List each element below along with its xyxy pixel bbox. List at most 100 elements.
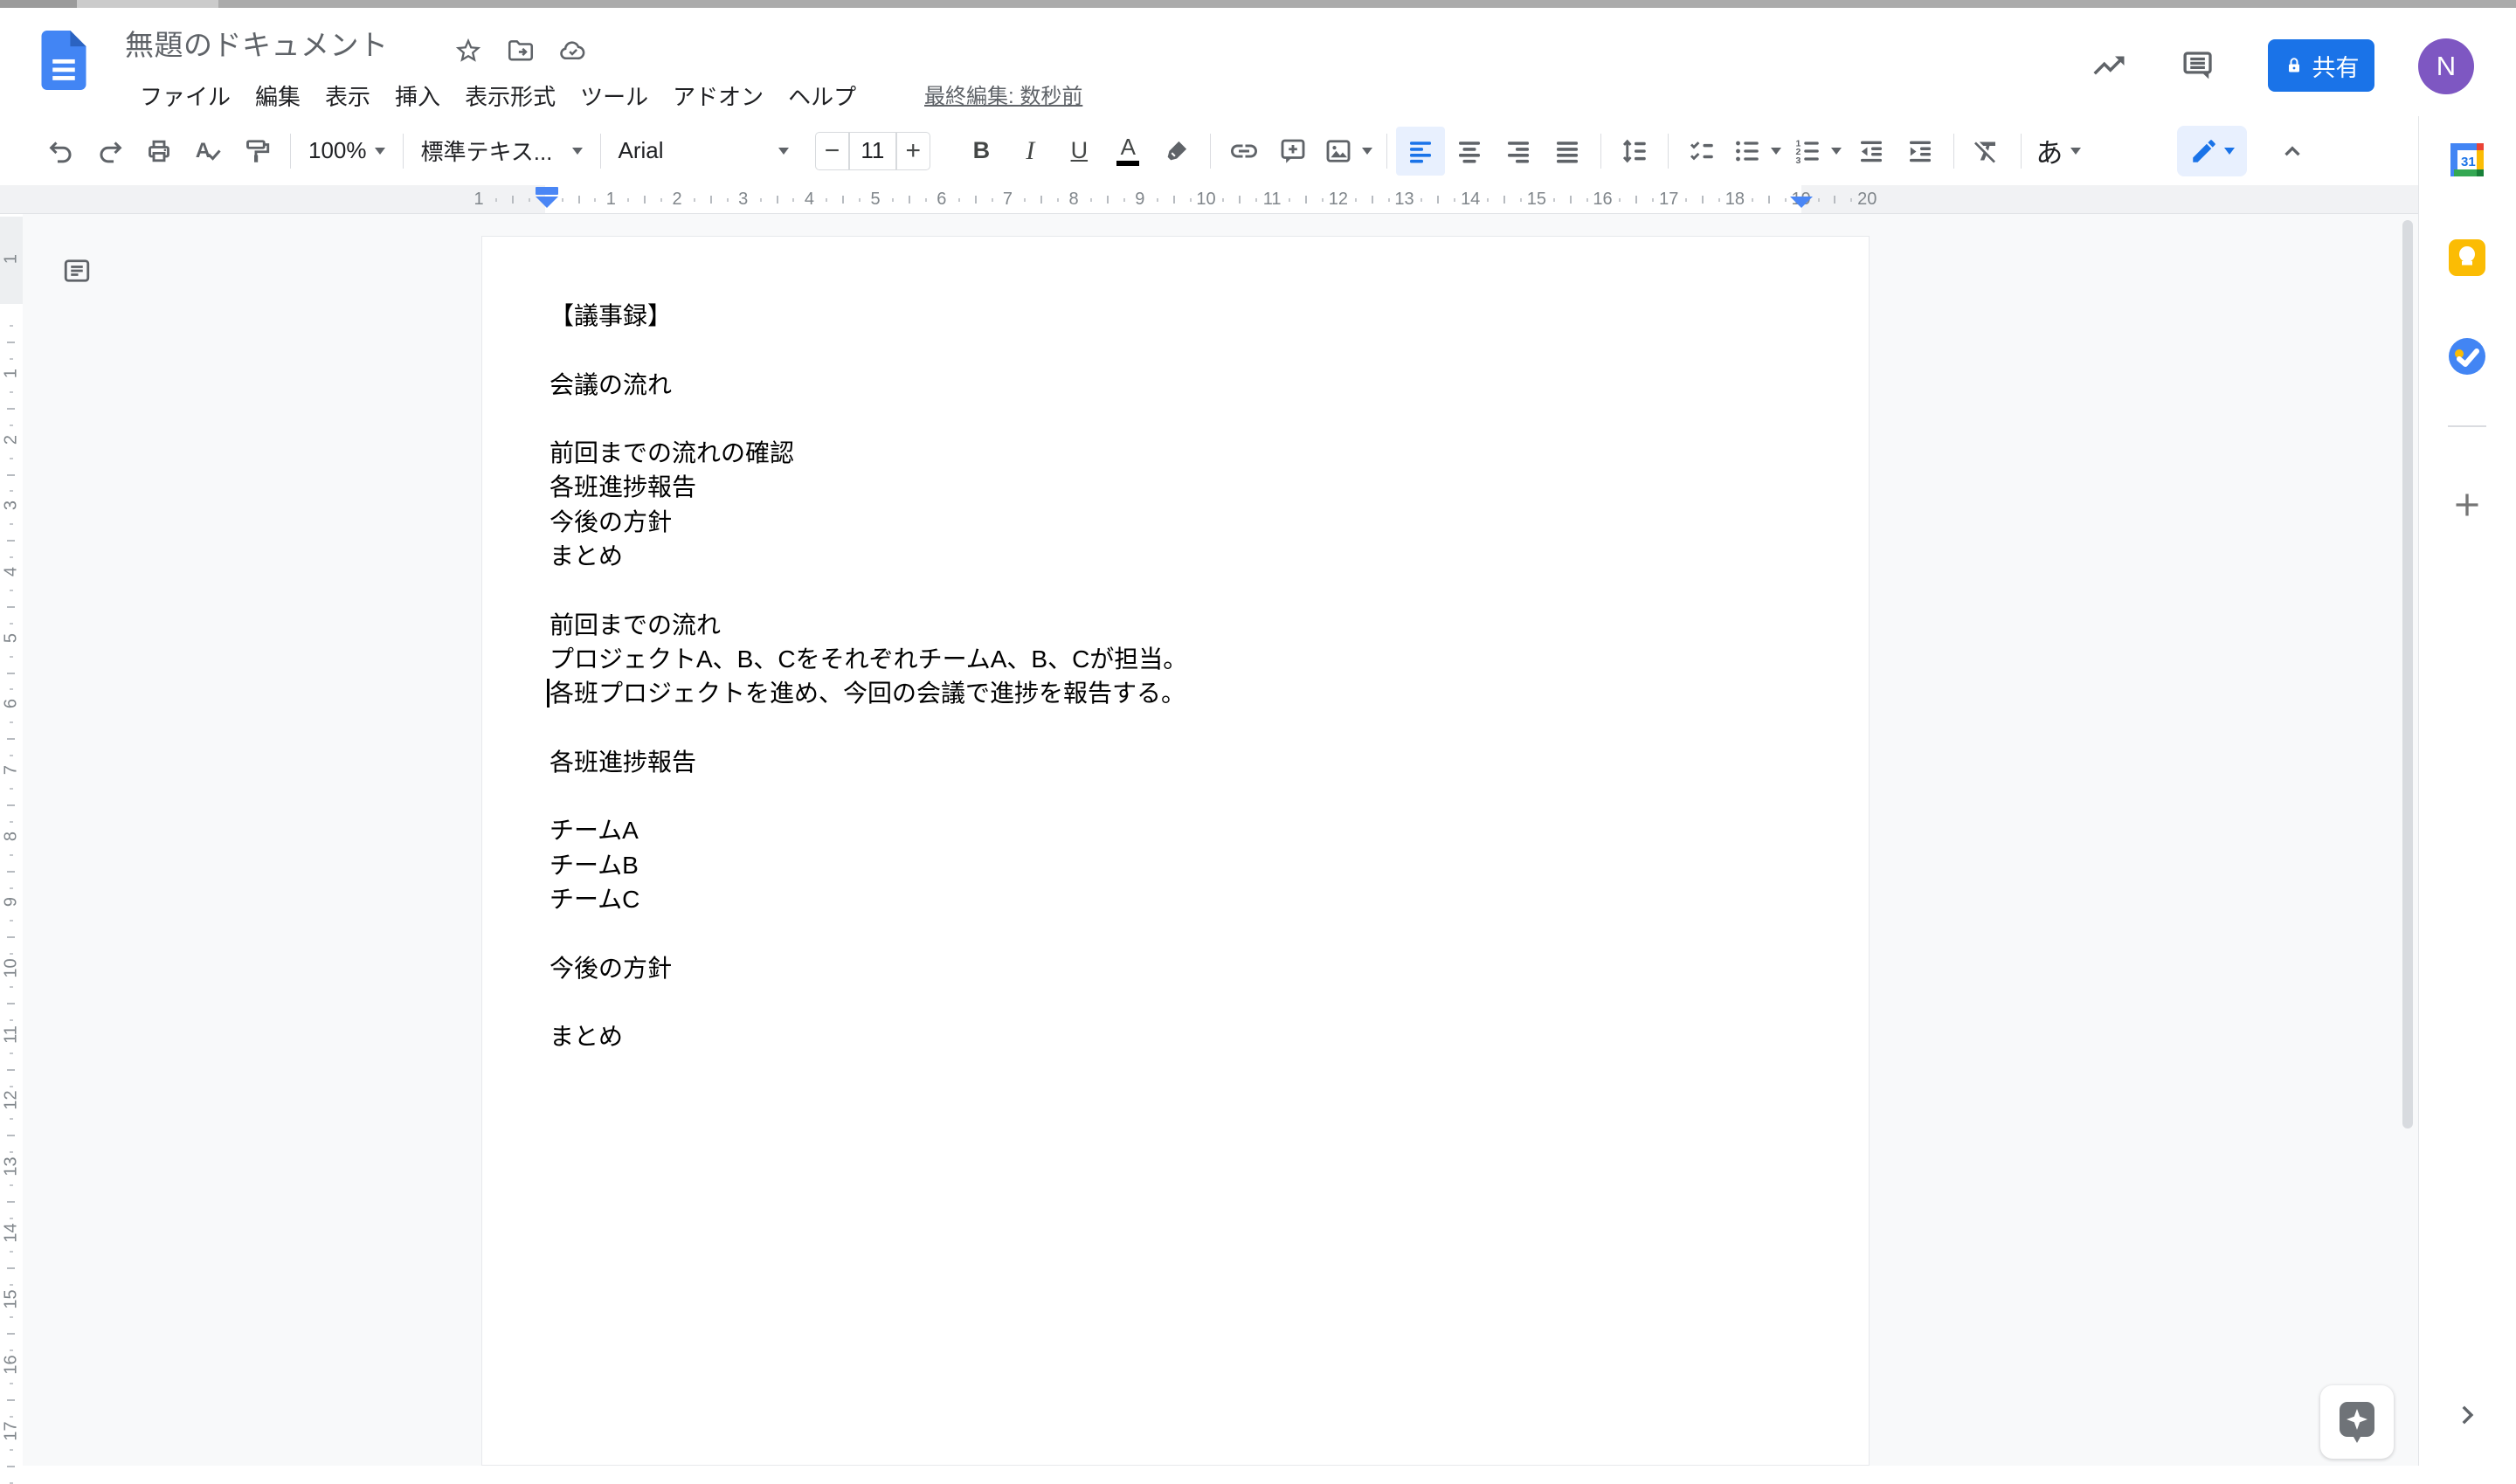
clear-formatting-button[interactable] — [1963, 127, 2012, 176]
underline-button[interactable]: U — [1054, 127, 1103, 176]
cloud-status-button[interactable] — [555, 32, 591, 69]
align-right-button[interactable] — [1494, 127, 1543, 176]
text-color-button[interactable]: A — [1103, 127, 1152, 176]
paint-format-button[interactable] — [232, 127, 281, 176]
ruler-tick — [1388, 198, 1390, 202]
italic-button[interactable]: I — [1006, 127, 1054, 176]
vertical-scrollbar[interactable] — [2402, 220, 2413, 1129]
calendar-app-button[interactable]: 31 — [2445, 138, 2489, 182]
google-docs-logo-icon[interactable] — [40, 31, 87, 90]
share-button-label: 共有 — [2312, 49, 2360, 83]
numbered-list-button[interactable]: 1 2 3 — [1787, 127, 1847, 176]
add-comment-button[interactable] — [1268, 127, 1317, 176]
doc-line-19[interactable]: 今後の方針 — [550, 951, 1801, 985]
ruler-tick — [1635, 196, 1637, 204]
document-title[interactable]: 無題のドキュメント — [125, 25, 389, 66]
doc-line-7[interactable]: まとめ — [550, 539, 1801, 573]
menu-item-7[interactable]: ヘルプ — [776, 79, 868, 114]
vruler-label: 10 — [2, 957, 22, 980]
doc-line-6[interactable]: 今後の方針 — [550, 505, 1801, 539]
paragraph-style-select[interactable]: 標準テキス... — [412, 127, 591, 176]
doc-line-8[interactable] — [550, 573, 1801, 607]
doc-line-11[interactable]: 各班プロジェクトを進め、今回の会議で進捗を報告する。 — [550, 676, 1801, 710]
tasks-app-button[interactable] — [2445, 335, 2489, 378]
keep-app-button[interactable] — [2445, 236, 2489, 280]
decrease-indent-button[interactable] — [1847, 127, 1896, 176]
window-strip-segment — [77, 0, 218, 8]
vruler-label: 8 — [2, 825, 22, 847]
align-left-button[interactable] — [1396, 127, 1445, 176]
decrease-font-size-button[interactable]: − — [815, 132, 850, 170]
print-button[interactable] — [135, 127, 183, 176]
doc-line-16[interactable]: チームB — [550, 848, 1801, 882]
doc-line-9[interactable]: 前回までの流れ — [550, 608, 1801, 642]
open-comments-button[interactable] — [2174, 41, 2222, 90]
line-spacing-button[interactable] — [1610, 127, 1659, 176]
insert-image-button[interactable] — [1317, 127, 1378, 176]
font-size-value[interactable]: 11 — [848, 132, 897, 170]
increase-indent-button[interactable] — [1896, 127, 1945, 176]
ruler-tick — [1222, 198, 1224, 202]
menu-item-0[interactable]: ファイル — [128, 79, 243, 114]
menu-item-3[interactable]: 挿入 — [383, 79, 453, 114]
collapse-toolbar-button[interactable] — [2268, 127, 2317, 176]
checklist-button[interactable] — [1677, 127, 1726, 176]
spellcheck-button[interactable]: A — [183, 127, 232, 176]
document-page[interactable]: 【議事録】会議の流れ前回までの流れの確認各班進捗報告今後の方針まとめ前回までの流… — [481, 236, 1870, 1466]
horizontal-ruler[interactable]: 11234567891011121314151617181920 — [0, 185, 2418, 214]
editing-mode-button[interactable] — [2177, 126, 2247, 176]
doc-line-12[interactable] — [550, 711, 1801, 745]
ruler-tick — [1057, 198, 1059, 202]
doc-line-13[interactable]: 各班進捗報告 — [550, 745, 1801, 779]
doc-line-20[interactable] — [550, 985, 1801, 1019]
document-text[interactable]: 【議事録】会議の流れ前回までの流れの確認各班進捗報告今後の方針まとめ前回までの流… — [482, 237, 1869, 1054]
move-to-folder-button[interactable] — [502, 32, 539, 69]
input-tools-button[interactable]: あ — [2030, 127, 2086, 176]
doc-line-0[interactable]: 【議事録】 — [550, 299, 1801, 333]
doc-line-2[interactable]: 会議の流れ — [550, 368, 1801, 402]
first-line-indent-marker[interactable] — [536, 187, 558, 195]
get-addons-button[interactable] — [2445, 483, 2489, 527]
doc-line-14[interactable] — [550, 779, 1801, 813]
bold-button[interactable]: B — [957, 127, 1006, 176]
font-select[interactable]: Arial — [610, 127, 798, 176]
ruler-tick — [1752, 198, 1753, 202]
doc-line-17[interactable]: チームC — [550, 882, 1801, 916]
star-button[interactable] — [450, 32, 487, 69]
menu-item-2[interactable]: 表示 — [313, 79, 383, 114]
doc-line-4[interactable]: 前回までの流れの確認 — [550, 436, 1801, 470]
ruler-tick — [1570, 196, 1572, 204]
increase-font-size-button[interactable]: + — [895, 132, 930, 170]
doc-line-18[interactable] — [550, 916, 1801, 950]
last-edit-link[interactable]: 最終編集: 数秒前 — [924, 79, 1082, 114]
left-indent-triangle[interactable] — [536, 197, 558, 208]
menu-item-5[interactable]: ツール — [568, 79, 660, 114]
right-indent-marker[interactable] — [1790, 197, 1813, 208]
zoom-select[interactable]: 100% — [300, 127, 394, 176]
doc-line-3[interactable] — [550, 402, 1801, 436]
doc-line-1[interactable] — [550, 333, 1801, 367]
hruler-label: 13 — [1394, 188, 1414, 211]
share-button[interactable]: 共有 — [2268, 39, 2374, 92]
redo-button[interactable] — [86, 127, 135, 176]
insert-link-button[interactable] — [1220, 127, 1268, 176]
hide-side-panel-button[interactable] — [2445, 1393, 2489, 1437]
account-avatar[interactable]: N — [2418, 38, 2474, 94]
menu-item-1[interactable]: 編集 — [243, 79, 313, 114]
document-stats-button[interactable] — [2084, 41, 2133, 90]
justify-button[interactable] — [1543, 127, 1592, 176]
doc-line-10[interactable]: プロジェクトA、B、CをそれぞれチームA、B、Cが担当。 — [550, 642, 1801, 676]
explore-button[interactable] — [2320, 1385, 2394, 1459]
menu-item-6[interactable]: アドオン — [660, 79, 776, 114]
hruler-label: 8 — [1069, 188, 1079, 211]
highlight-color-button[interactable] — [1152, 127, 1201, 176]
text-cursor — [547, 679, 550, 707]
menu-item-4[interactable]: 表示形式 — [453, 79, 568, 114]
bullet-list-button[interactable] — [1726, 127, 1787, 176]
doc-line-5[interactable]: 各班進捗報告 — [550, 470, 1801, 504]
doc-line-15[interactable]: チームA — [550, 813, 1801, 847]
doc-line-21[interactable]: まとめ — [550, 1019, 1801, 1053]
align-center-button[interactable] — [1445, 127, 1494, 176]
undo-button[interactable] — [37, 127, 86, 176]
show-outline-button[interactable] — [59, 253, 94, 288]
